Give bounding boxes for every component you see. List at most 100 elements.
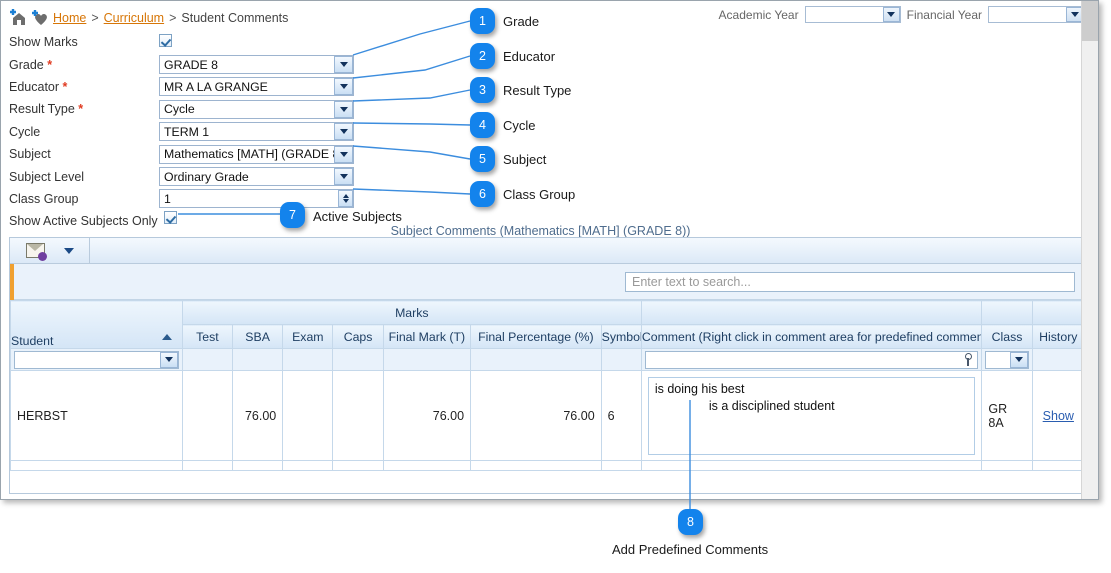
financial-year-dropdown[interactable]: [988, 6, 1084, 23]
filter-cell-final-mark[interactable]: [382, 348, 472, 371]
callout-badge-6: 6: [470, 181, 495, 207]
cycle-value: TERM 1: [164, 124, 210, 139]
column-group-header-marks: Marks: [181, 300, 642, 325]
chevron-down-icon[interactable]: [334, 100, 353, 118]
column-header-symbol[interactable]: Symbol: [600, 324, 642, 349]
filter-cell-comment[interactable]: [640, 348, 983, 371]
subject-level-dropdown[interactable]: Ordinary Grade: [159, 167, 354, 187]
class-group-value: 1: [164, 191, 171, 206]
chevron-down-icon[interactable]: [882, 7, 900, 22]
filter-cell-test[interactable]: [181, 348, 234, 371]
cell-class: GR 8A: [981, 370, 1033, 461]
heart-plus-icon[interactable]: [31, 9, 50, 27]
search-input[interactable]: Enter text to search...: [625, 272, 1075, 292]
student-filter-dropdown[interactable]: [14, 350, 179, 369]
grid-toolbar-export-group[interactable]: [10, 238, 90, 263]
breadcrumb-separator-1: >: [91, 11, 99, 25]
form-row-result-type: Result Type * Cycle: [9, 98, 354, 120]
cell-sba[interactable]: 76.00: [231, 370, 284, 461]
chevron-down-icon[interactable]: [1009, 351, 1028, 368]
cell-symbol: 6: [600, 370, 642, 461]
tail-cell-student: [10, 460, 183, 471]
column-header-final-percentage[interactable]: Final Percentage (%): [470, 324, 602, 349]
year-selector-bar: Academic Year Financial Year: [719, 6, 1084, 23]
sort-ascending-icon[interactable]: [161, 334, 172, 340]
breadcrumb-curriculum-link[interactable]: Curriculum: [104, 11, 164, 25]
grid-caption: Subject Comments (Mathematics [MATH] (GR…: [390, 224, 691, 238]
chevron-down-icon[interactable]: [159, 351, 178, 368]
column-header-caps[interactable]: Caps: [332, 324, 384, 349]
result-type-value: Cycle: [164, 102, 195, 117]
filter-cell-student[interactable]: [10, 348, 183, 371]
callout-badge-4: 4: [470, 112, 495, 138]
grid-toolbar: [10, 238, 1085, 264]
show-marks-checkbox[interactable]: [159, 34, 172, 48]
cell-final-percentage: 76.00: [470, 370, 602, 461]
filter-cell-class[interactable]: [981, 348, 1033, 371]
callout-badge-8: 8: [678, 509, 703, 535]
educator-dropdown[interactable]: MR A LA GRANGE: [159, 77, 354, 97]
grade-dropdown[interactable]: GRADE 8: [159, 55, 354, 75]
tail-cell-test: [181, 460, 234, 471]
callout-label-6: Class Group: [503, 187, 576, 202]
table-row[interactable]: HERBST 76.00 76.00 76.00 6 is doing his …: [10, 370, 1085, 461]
chevron-down-icon[interactable]: [334, 168, 353, 186]
callout-label-4: Cycle: [503, 118, 536, 133]
grid-table: Student Marks Test SBA Exam Caps Final M…: [10, 300, 1085, 471]
result-type-dropdown[interactable]: Cycle: [159, 99, 354, 119]
show-active-subjects-checkbox[interactable]: [164, 211, 177, 224]
educator-label: Educator *: [9, 79, 68, 94]
filter-cell-symbol[interactable]: [600, 348, 642, 371]
breadcrumb: Home > Curriculum > Student Comments: [9, 8, 288, 28]
tail-cell-comment: [640, 460, 983, 471]
student-comments-grid: Enter text to search... Student Marks Te…: [9, 237, 1086, 494]
required-marker: *: [78, 102, 84, 117]
educator-value: MR A LA GRANGE: [164, 79, 268, 94]
class-filter-dropdown[interactable]: [985, 350, 1029, 369]
filter-cell-sba[interactable]: [231, 348, 284, 371]
callout-label-1: Grade: [503, 14, 540, 29]
column-header-student[interactable]: Student: [10, 300, 183, 349]
history-show-link[interactable]: Show: [1043, 409, 1074, 423]
filter-cell-final-percentage[interactable]: [470, 348, 602, 371]
breadcrumb-current-page: Student Comments: [181, 11, 289, 25]
chevron-down-icon[interactable]: [334, 56, 353, 74]
breadcrumb-home-link[interactable]: Home: [53, 11, 86, 25]
filter-form: Show Marks Grade * GRADE 8 Educator * MR…: [9, 31, 354, 233]
cell-test[interactable]: [181, 370, 234, 461]
scrollbar-thumb[interactable]: [1082, 1, 1098, 41]
cycle-dropdown[interactable]: TERM 1: [159, 122, 354, 142]
tail-cell-symbol: [600, 460, 642, 471]
column-header-class[interactable]: Class: [981, 324, 1033, 349]
comment-textarea[interactable]: is doing his best is a disciplined stude…: [647, 376, 976, 455]
column-header-test[interactable]: Test: [181, 324, 234, 349]
tail-cell-final-percentage: [470, 460, 602, 471]
academic-year-dropdown[interactable]: [804, 6, 901, 23]
filter-pin-icon[interactable]: [962, 353, 973, 366]
chevron-down-icon[interactable]: [334, 145, 353, 163]
cell-comment[interactable]: is doing his best is a disciplined stude…: [640, 370, 983, 461]
comment-line-1: is doing his best: [654, 381, 745, 396]
comment-filter-input[interactable]: [644, 350, 979, 369]
tail-cell-class: [981, 460, 1033, 471]
subject-dropdown[interactable]: Mathematics [MATH] (GRADE 8)): [159, 144, 354, 164]
chevron-down-icon[interactable]: [334, 123, 353, 141]
filter-cell-exam[interactable]: [282, 348, 334, 371]
grid-group-header-row: Student Marks: [10, 300, 1085, 349]
home-pin-icon[interactable]: [9, 9, 28, 27]
vertical-scrollbar[interactable]: [1081, 1, 1098, 499]
column-header-exam[interactable]: Exam: [282, 324, 334, 349]
stepper-arrows-icon[interactable]: [338, 190, 353, 208]
column-header-history[interactable]: History: [1031, 324, 1085, 349]
cell-exam[interactable]: [282, 370, 334, 461]
chevron-down-icon[interactable]: [63, 247, 74, 254]
column-header-final-mark[interactable]: Final Mark (T): [382, 324, 472, 349]
cell-caps[interactable]: [332, 370, 384, 461]
column-header-comment[interactable]: Comment (Right click in comment area for…: [640, 324, 983, 349]
filter-cell-caps[interactable]: [332, 348, 384, 371]
column-header-sba[interactable]: SBA: [231, 324, 284, 349]
class-group-stepper[interactable]: 1: [159, 189, 354, 209]
envelope-export-icon[interactable]: [25, 243, 47, 261]
callout-badge-2: 2: [470, 43, 495, 69]
chevron-down-icon[interactable]: [334, 78, 353, 96]
